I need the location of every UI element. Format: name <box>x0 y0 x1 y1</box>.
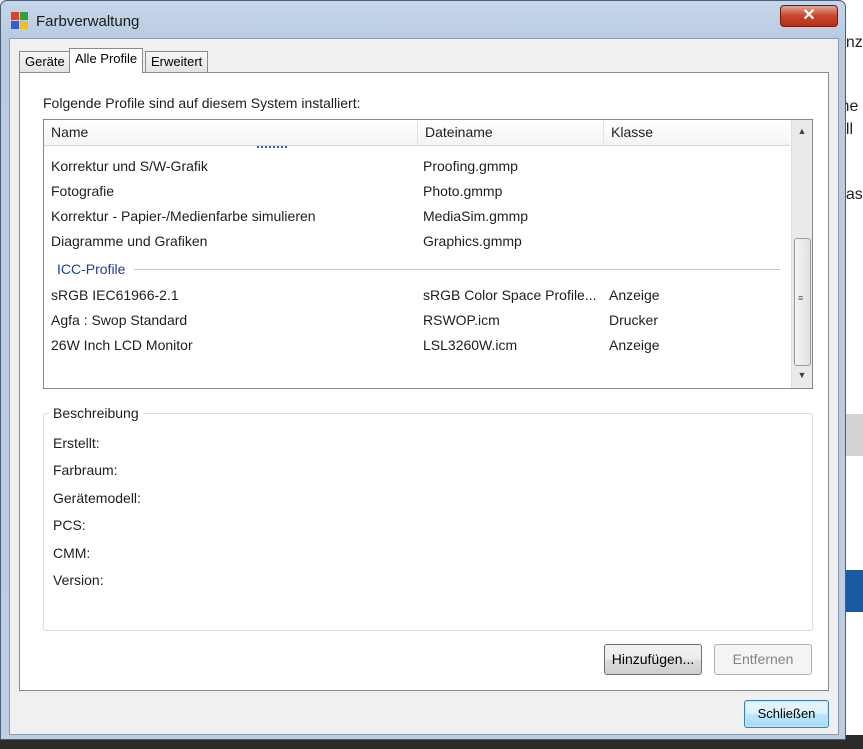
group-header-icc[interactable]: ICC-Profile <box>57 257 125 282</box>
list-header: Name Dateiname Klasse <box>44 120 790 148</box>
tab-label: Erweitert <box>151 54 203 69</box>
tab-label: Geräte <box>25 54 65 69</box>
profile-filename: Proofing.gmmp <box>423 158 518 174</box>
field-label-version: Version: <box>53 572 104 588</box>
description-legend: Beschreibung <box>49 405 143 421</box>
field-label-color-space: Farbraum: <box>53 462 118 478</box>
dialog-client-area: Geräte Alle Profile Erweitert Folgende P… <box>9 38 839 735</box>
scrollbar-thumb[interactable]: ≡ <box>794 238 811 366</box>
profile-filename: MediaSim.gmmp <box>423 208 529 224</box>
tab-erweitert[interactable]: Erweitert <box>145 51 209 72</box>
list-item[interactable]: Agfa : Swop Standard RSWOP.icm Drucker <box>44 308 790 333</box>
window-title: Farbverwaltung <box>36 13 140 30</box>
profile-name: Diagramme und Grafiken <box>51 233 208 249</box>
list-item[interactable]: Fotografie Photo.gmmp <box>44 179 790 204</box>
column-header-filename[interactable]: Dateiname <box>417 120 603 145</box>
profile-name: 26W Inch LCD Monitor <box>51 337 193 353</box>
profile-name: Fotografie <box>51 183 115 199</box>
scroll-up-arrow-icon[interactable]: ▲ <box>792 122 812 140</box>
color-management-app-icon <box>11 12 29 30</box>
tab-alle-profile[interactable]: Alle Profile <box>69 48 144 73</box>
tab-label: Alle Profile <box>75 51 138 66</box>
profile-filename: sRGB Color Space Profile... <box>423 287 597 303</box>
add-profile-button[interactable]: Hinzufügen... <box>604 644 702 675</box>
list-scrollbar[interactable]: ▲ ≡ ▼ <box>791 120 812 388</box>
field-label-cmm: CMM: <box>53 545 91 561</box>
remove-profile-button[interactable]: Entfernen <box>714 644 812 675</box>
window-close-button[interactable]: ✕ <box>780 5 838 27</box>
close-icon: ✕ <box>802 7 816 24</box>
description-group: Beschreibung Erstellt: Farbraum: Gerätem… <box>43 405 813 631</box>
tab-geraete[interactable]: Geräte <box>19 51 71 72</box>
profile-class: Anzeige <box>609 287 660 303</box>
profile-filename: Photo.gmmp <box>423 183 503 199</box>
list-item[interactable]: Korrektur - Papier-/Medienfarbe simulier… <box>44 204 790 229</box>
grip-icon: ≡ <box>798 293 804 303</box>
list-item[interactable]: 26W Inch LCD Monitor LSL3260W.icm Anzeig… <box>44 333 790 358</box>
field-label-created: Erstellt: <box>53 435 100 451</box>
list-item[interactable]: Diagramme und Grafiken Graphics.gmmp <box>44 229 790 254</box>
profile-name: Agfa : Swop Standard <box>51 312 188 328</box>
clipped-group-underline <box>257 142 287 148</box>
color-management-window: Farbverwaltung ✕ Geräte Alle Profile Erw… <box>0 0 846 740</box>
field-label-device-model: Gerätemodell: <box>53 490 141 506</box>
profile-filename: LSL3260W.icm <box>423 337 518 353</box>
list-item[interactable]: sRGB IEC61966-2.1 sRGB Color Space Profi… <box>44 283 790 308</box>
profile-name: Korrektur und S/W-Grafik <box>51 158 208 174</box>
column-header-class[interactable]: Klasse <box>603 120 790 145</box>
profile-name: sRGB IEC61966-2.1 <box>51 287 179 303</box>
title-bar[interactable]: Farbverwaltung ✕ <box>1 1 845 39</box>
tab-panel-alle-profile: Folgende Profile sind auf diesem System … <box>19 72 829 691</box>
scroll-down-arrow-icon[interactable]: ▼ <box>792 366 812 384</box>
profile-name: Korrektur - Papier-/Medienfarbe simulier… <box>51 208 316 224</box>
field-label-pcs: PCS: <box>53 517 86 533</box>
intro-text: Folgende Profile sind auf diesem System … <box>43 95 361 111</box>
profile-class: Anzeige <box>609 337 660 353</box>
close-dialog-button[interactable]: Schließen <box>744 700 829 728</box>
profile-class: Drucker <box>609 312 659 328</box>
profile-filename: Graphics.gmmp <box>423 233 522 249</box>
profile-filename: RSWOP.icm <box>423 312 500 328</box>
group-divider <box>134 269 780 270</box>
profiles-list[interactable]: Name Dateiname Klasse Korrektur und S/W-… <box>43 119 813 389</box>
list-item[interactable]: Korrektur und S/W-Grafik Proofing.gmmp <box>44 154 790 179</box>
column-header-name[interactable]: Name <box>44 120 417 145</box>
